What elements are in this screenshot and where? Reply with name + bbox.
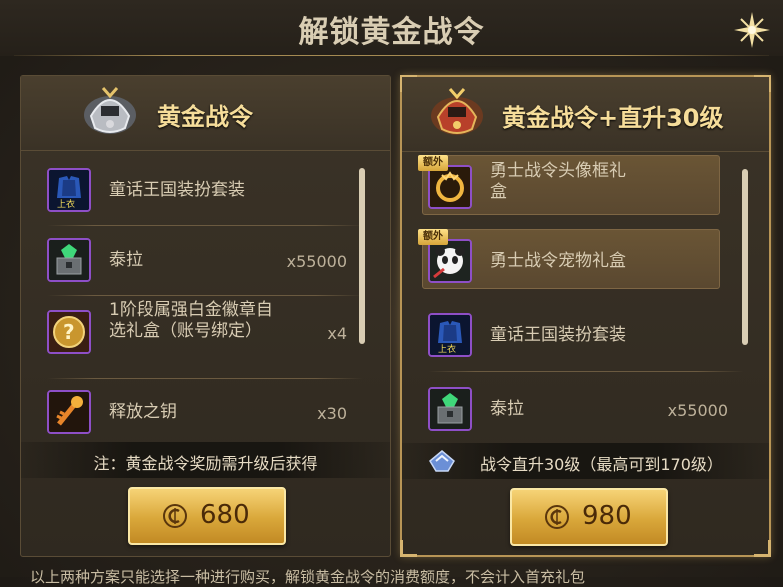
close-star-icon [734, 12, 770, 48]
avatar-frame-icon [428, 165, 472, 209]
item-qty: x55000 [667, 401, 728, 420]
note-text: 战令直升30级（最高可到170级） [480, 455, 723, 474]
corner-ornament [754, 540, 771, 557]
panel-header: 黄金战令+直升30级 [402, 77, 769, 152]
currency-icon [163, 504, 187, 528]
item-name: 勇士战令头像框礼盒 [490, 161, 626, 202]
item-name: 童话王国装扮套装 [109, 180, 245, 200]
list-item: ? 1阶段属强白金徽章自选礼盒（账号绑定） x4 [47, 300, 347, 372]
item-name: 童话王国装扮套装 [490, 325, 626, 345]
item-divider [47, 295, 363, 296]
list-item: 上衣 童话王国装扮套装 [47, 156, 347, 228]
extra-badge: 额外 [418, 155, 448, 171]
scrollbar[interactable] [742, 169, 748, 345]
page-title: 解锁黄金战令 [298, 15, 485, 50]
armor-icon: 上衣 [428, 313, 472, 357]
list-item: 释放之钥 x30 [47, 378, 347, 446]
item-name: 释放之钥 [109, 402, 177, 422]
item-qty: x55000 [286, 252, 347, 271]
corner-ornament [400, 540, 417, 557]
item-divider [428, 371, 744, 372]
note-text: 注：黄金战令奖励需升级后获得 [93, 454, 318, 473]
red-helmet-emblem-icon [431, 88, 483, 135]
terra-chest-icon [428, 387, 472, 431]
price-label: 980 [582, 501, 632, 531]
panel-header: 黄金战令 [21, 76, 390, 151]
item-qty: x4 [327, 324, 347, 343]
panda-pet-icon [428, 239, 472, 283]
panel-title: 黄金战令+直升30级 [502, 104, 724, 132]
header-divider [14, 55, 769, 56]
silver-helmet-emblem-icon [84, 87, 136, 134]
list-item: 勇士战令宠物礼盒 [428, 227, 728, 299]
golden-pass-plus-panel: 黄金战令+直升30级 勇士战令头像框礼盒 额外 勇士战令宠物礼盒 额外 上衣 童… [400, 75, 771, 557]
level-boost-icon [429, 450, 455, 472]
item-name: 1阶段属强白金徽章自选礼盒（账号绑定） [109, 300, 273, 341]
item-name: 泰拉 [109, 250, 143, 270]
reward-list[interactable]: 勇士战令头像框礼盒 额外 勇士战令宠物礼盒 额外 上衣 童话王国装扮套装 泰拉 … [402, 153, 769, 447]
list-item: 上衣 童话王国装扮套装 [428, 301, 728, 373]
svg-text:?: ? [63, 320, 75, 344]
armor-icon: 上衣 [47, 168, 91, 212]
reward-list[interactable]: 上衣 童话王国装扮套装 泰拉 x55000 ? 1阶段属强白金徽章自选礼盒（账号… [21, 152, 390, 446]
item-name: 勇士战令宠物礼盒 [490, 251, 626, 271]
price-label: 680 [200, 500, 250, 530]
golden-pass-panel: 黄金战令 上衣 童话王国装扮套装 泰拉 x55000 ? 1阶段属强白金徽章自选… [20, 75, 391, 557]
terra-chest-icon [47, 238, 91, 282]
list-item: 泰拉 x55000 [47, 226, 347, 298]
buy-golden-pass-button[interactable]: 680 [128, 487, 286, 545]
icon-tag: 上衣 [57, 198, 75, 210]
key-icon [47, 390, 91, 434]
close-button[interactable] [730, 8, 774, 52]
question-box-icon: ? [47, 310, 91, 354]
list-item: 泰拉 x55000 [428, 375, 728, 447]
buy-golden-pass-plus-button[interactable]: 980 [510, 488, 668, 546]
item-name: 泰拉 [490, 399, 524, 419]
panel-title: 黄金战令 [157, 103, 253, 131]
note-bar: 战令直升30级（最高可到170级） [402, 443, 769, 479]
item-qty: x30 [317, 404, 347, 423]
extra-badge: 额外 [418, 229, 448, 245]
scrollbar[interactable] [359, 168, 365, 344]
note-bar: 注：黄金战令奖励需升级后获得 [21, 442, 390, 478]
list-item: 勇士战令头像框礼盒 [428, 153, 728, 225]
currency-icon [545, 505, 569, 529]
icon-tag: 上衣 [438, 343, 456, 355]
